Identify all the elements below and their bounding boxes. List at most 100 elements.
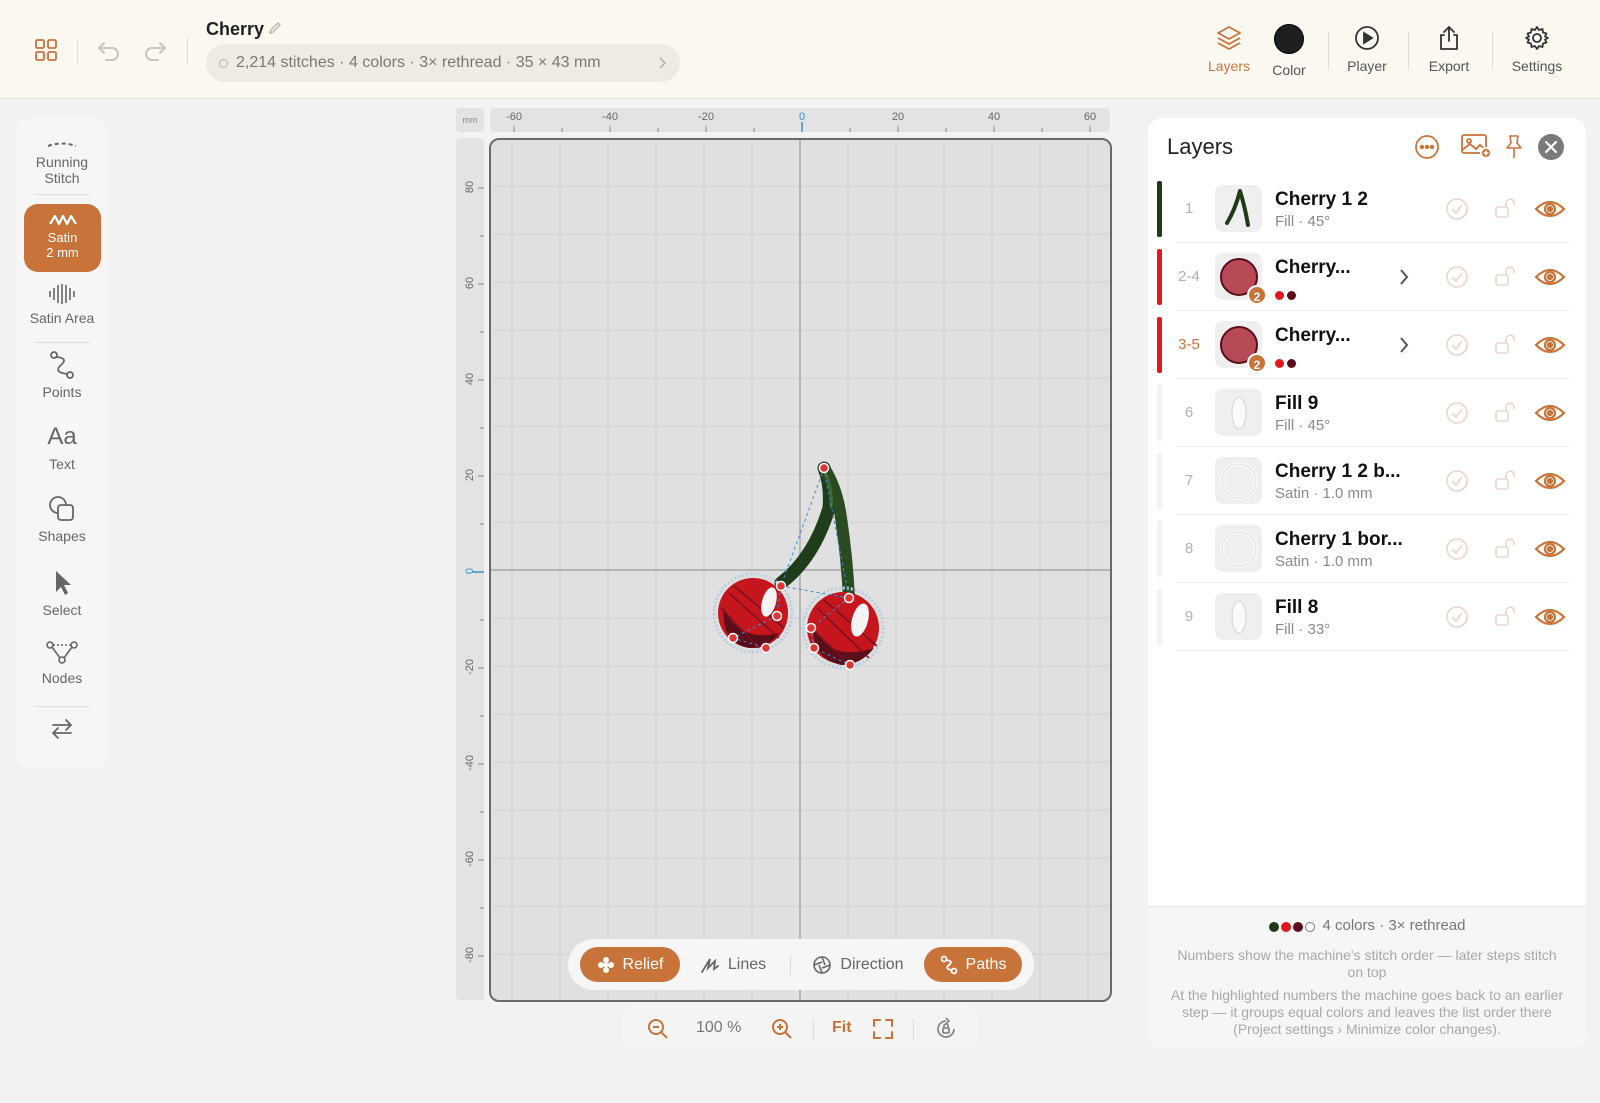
layer-detail: Fill · 45°: [1275, 213, 1331, 230]
tool-running-stitch[interactable]: Running Stitch: [16, 140, 108, 186]
undo-icon[interactable]: [96, 38, 122, 62]
paths-label: Paths: [965, 955, 1007, 973]
relief-label: Relief: [622, 955, 664, 973]
fit-button[interactable]: Fit: [832, 1019, 852, 1037]
design-summary-text: 2,214 stitches · 4 colors · 3× rethread …: [236, 54, 601, 71]
document-title[interactable]: Cherry: [206, 19, 264, 40]
lines-mode-button[interactable]: Lines: [690, 947, 776, 982]
tool-satin-area[interactable]: Satin Area: [16, 282, 108, 326]
tool-nodes[interactable]: Nodes: [16, 640, 108, 686]
check-circle-icon[interactable]: [1445, 401, 1469, 425]
unlock-icon[interactable]: [1492, 604, 1516, 628]
tool-label: Running Stitch: [35, 154, 89, 186]
check-circle-icon[interactable]: [1445, 605, 1469, 629]
layer-order-number: 3-5: [1178, 336, 1200, 353]
check-circle-icon[interactable]: [1445, 333, 1469, 357]
tool-text[interactable]: Aa Text: [16, 422, 108, 472]
layer-color-bar: [1157, 181, 1162, 237]
color-button[interactable]: Color: [1263, 24, 1315, 80]
redo-icon[interactable]: [142, 38, 168, 62]
color-summary-text: 4 colors · 3× rethread: [1322, 917, 1466, 934]
zoom-in-icon[interactable]: [770, 1017, 794, 1041]
eye-icon[interactable]: [1534, 401, 1566, 425]
chevron-right-icon: [659, 57, 667, 69]
close-icon: [1544, 140, 1558, 154]
unlock-icon[interactable]: [1492, 536, 1516, 560]
eye-icon[interactable]: [1534, 197, 1566, 221]
layer-row[interactable]: 6 Fill 9 Fill · 45°: [1148, 379, 1586, 447]
check-circle-icon[interactable]: [1445, 469, 1469, 493]
tool-shapes[interactable]: Shapes: [16, 494, 108, 544]
view-mode-bar: Relief Lines Direction Paths: [568, 939, 1034, 990]
play-icon: [1355, 26, 1379, 50]
ruler-tick-label: -20: [464, 659, 476, 675]
tool-satin[interactable]: Satin 2 mm: [24, 204, 101, 272]
unlock-icon[interactable]: [1492, 332, 1516, 356]
direction-mode-button[interactable]: Direction: [802, 947, 914, 982]
settings-button[interactable]: Settings: [1506, 24, 1568, 80]
color-grouping-note: At the highlighted numbers the machine g…: [1170, 987, 1564, 1037]
zoom-level[interactable]: 100 %: [696, 1019, 741, 1037]
pin-icon[interactable]: [1504, 134, 1524, 160]
separator: [34, 706, 90, 707]
unlock-icon[interactable]: [1492, 400, 1516, 424]
layer-order-number: 2-4: [1178, 268, 1200, 285]
separator: [1328, 32, 1329, 70]
fullscreen-icon[interactable]: [872, 1018, 894, 1040]
eye-icon[interactable]: [1534, 605, 1566, 629]
layer-color-bar: [1157, 385, 1162, 441]
tool-label: Text: [49, 456, 75, 472]
ruler-tick-label: -40: [602, 111, 618, 123]
relief-mode-button[interactable]: Relief: [580, 947, 680, 982]
layer-name: Fill 9: [1275, 393, 1319, 414]
player-button[interactable]: Player: [1338, 24, 1396, 80]
tool-label: Nodes: [41, 670, 83, 686]
layer-name: Cherry...: [1275, 325, 1351, 346]
top-bar: Cherry 2,214 stitches · 4 colors · 3× re…: [0, 0, 1600, 99]
points-path-icon: [50, 351, 74, 379]
export-button[interactable]: Export: [1420, 24, 1478, 80]
ruler-tick-label: 0: [464, 567, 476, 575]
ruler-tick-label: 60: [464, 276, 476, 290]
unlock-icon[interactable]: [1492, 196, 1516, 220]
layer-row[interactable]: 1 Cherry 1 2 Fill · 45°: [1148, 175, 1586, 243]
eye-icon[interactable]: [1534, 265, 1566, 289]
direction-aperture-icon: [813, 955, 832, 974]
layer-row[interactable]: 2-4 2 Cherry...: [1148, 243, 1586, 311]
group-count-badge: 2: [1247, 353, 1267, 373]
check-circle-icon[interactable]: [1445, 537, 1469, 561]
paths-mode-button[interactable]: Paths: [924, 947, 1022, 982]
chevron-right-icon[interactable]: [1398, 267, 1410, 287]
layer-row[interactable]: 9 Fill 8 Fill · 33°: [1148, 583, 1586, 651]
ruler-tick-label: 60: [1083, 111, 1097, 123]
close-panel-button[interactable]: [1538, 134, 1564, 160]
check-circle-icon[interactable]: [1445, 265, 1469, 289]
swap-direction-button[interactable]: [16, 718, 108, 740]
zoom-out-icon[interactable]: [646, 1017, 670, 1041]
layer-row[interactable]: 3-5 2 Cherry...: [1148, 311, 1586, 379]
grid-icon[interactable]: [34, 38, 58, 62]
pencil-icon[interactable]: [268, 21, 282, 35]
design-summary-pill[interactable]: 2,214 stitches · 4 colors · 3× rethread …: [206, 44, 680, 82]
tool-label: Satin 2 mm: [46, 230, 79, 260]
unlock-icon[interactable]: [1492, 264, 1516, 288]
more-options-icon[interactable]: [1414, 134, 1440, 160]
tool-points[interactable]: Points: [16, 350, 108, 400]
layer-order-number: 8: [1184, 540, 1194, 557]
add-image-icon[interactable]: [1460, 132, 1492, 160]
layer-thumbnail: [1215, 457, 1262, 504]
unlock-icon[interactable]: [1492, 468, 1516, 492]
layers-button[interactable]: Layers: [1200, 24, 1258, 80]
layer-row[interactable]: 7 Cherry 1 2 b... Satin · 1.0 mm: [1148, 447, 1586, 515]
design-canvas[interactable]: [489, 138, 1112, 1002]
layer-color-bar: [1157, 453, 1162, 509]
eye-icon[interactable]: [1534, 537, 1566, 561]
tool-select[interactable]: Select: [16, 568, 108, 618]
layer-order-number: 6: [1184, 404, 1194, 421]
layer-row[interactable]: 8 Cherry 1 bor... Satin · 1.0 mm: [1148, 515, 1586, 583]
eye-icon[interactable]: [1534, 469, 1566, 493]
check-circle-icon[interactable]: [1445, 197, 1469, 221]
rotation-lock-icon[interactable]: [934, 1017, 958, 1041]
chevron-right-icon[interactable]: [1398, 335, 1410, 355]
eye-icon[interactable]: [1534, 333, 1566, 357]
